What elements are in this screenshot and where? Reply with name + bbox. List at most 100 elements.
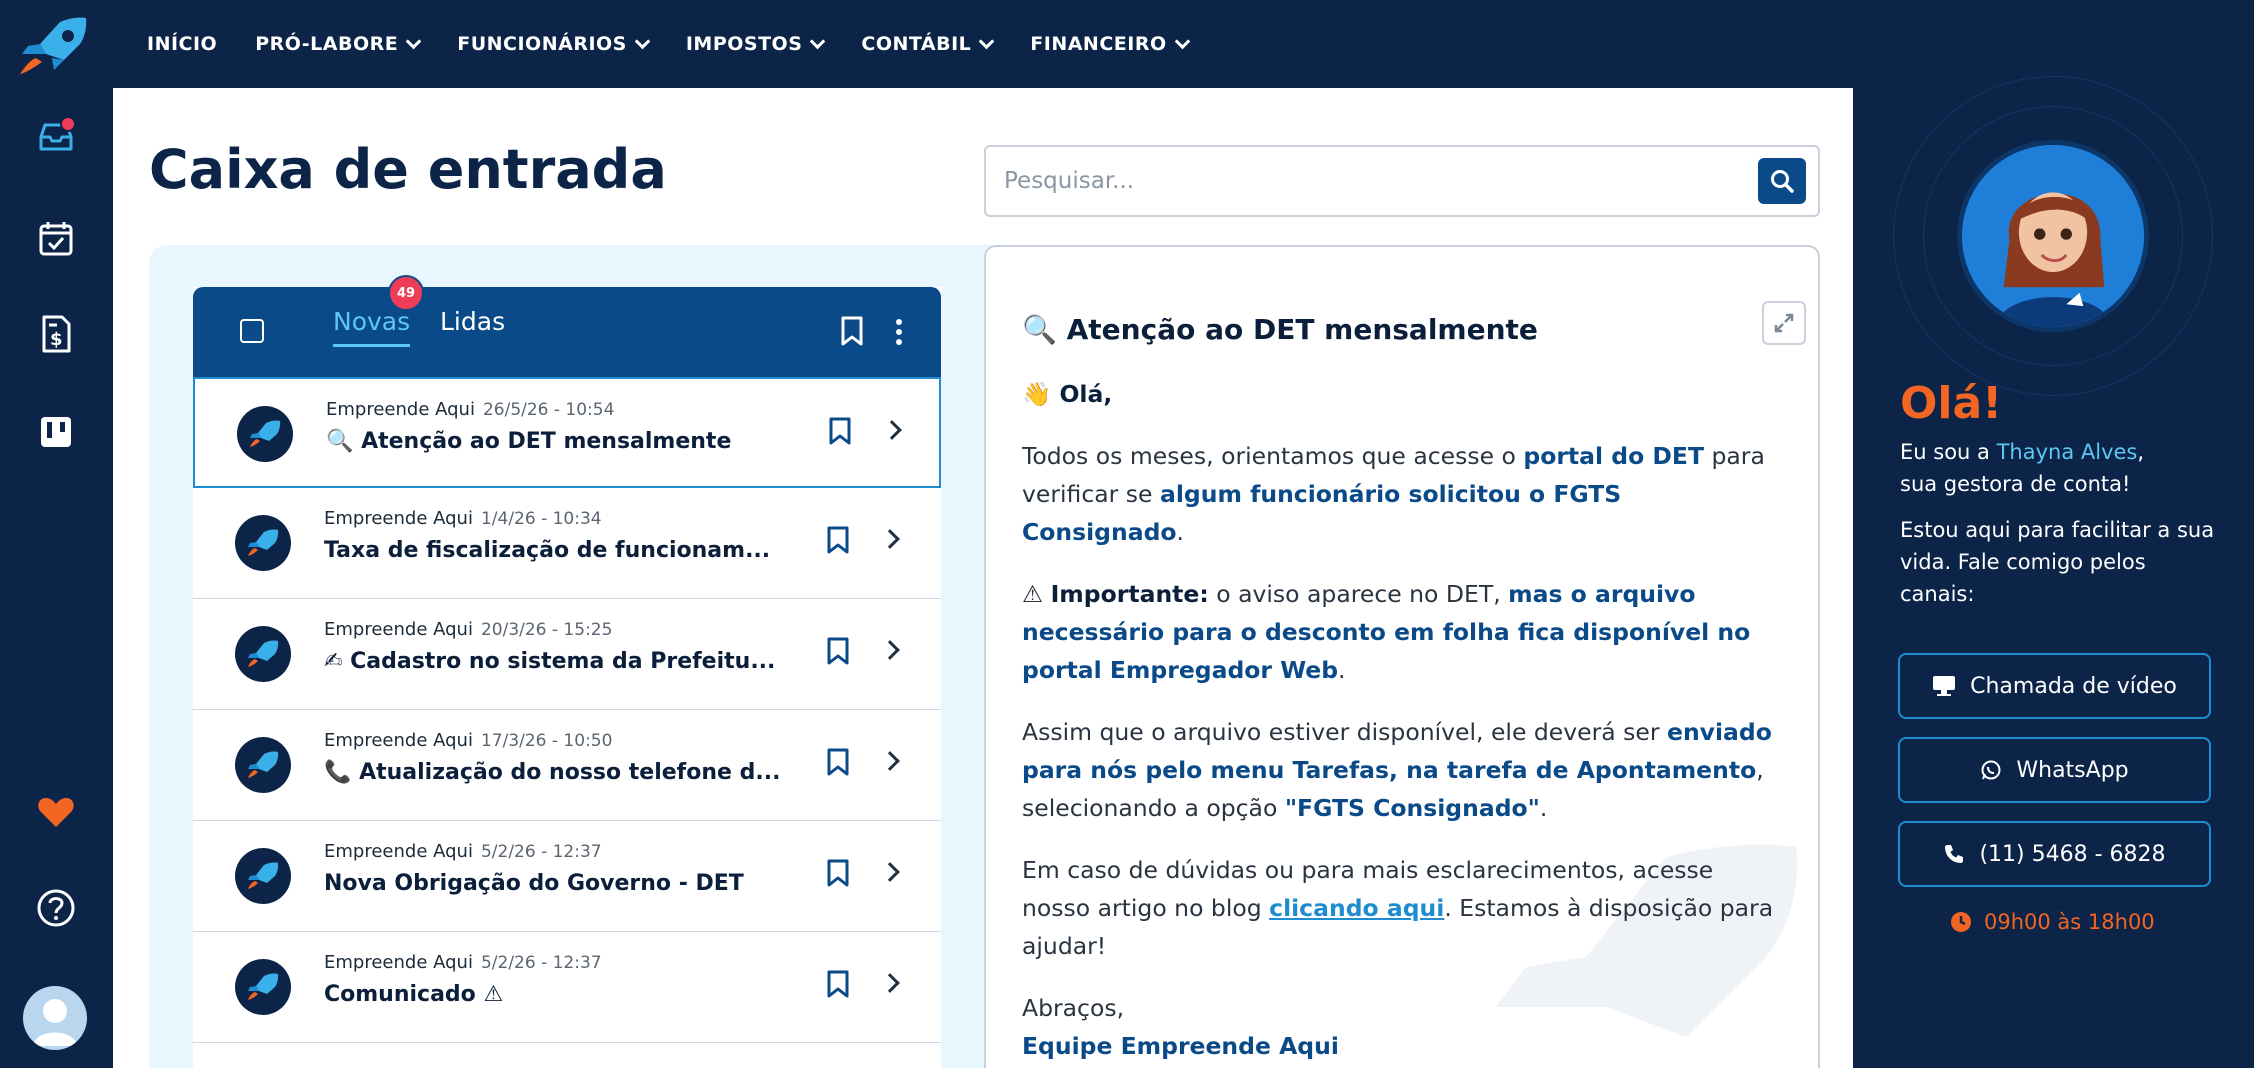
chevron-right-icon[interactable] <box>882 420 902 440</box>
nav-impostos[interactable]: IMPOSTOS <box>686 33 826 55</box>
nav-contabil[interactable]: CONTÁBIL <box>861 33 995 55</box>
whatsapp-button[interactable]: WhatsApp <box>1898 737 2211 803</box>
det-portal-link[interactable]: portal do DET <box>1523 442 1704 470</box>
sender-name: Empreende Aqui <box>324 619 473 640</box>
sidebar-invoice-button[interactable]: $ <box>28 306 84 362</box>
search-icon <box>1771 170 1794 193</box>
inbox-header: Novas 49 Lidas <box>193 275 941 377</box>
phone-button[interactable]: (11) 5468 - 6828 <box>1898 821 2211 887</box>
sidebar-calendar-button[interactable] <box>28 210 84 266</box>
select-all-checkbox[interactable] <box>240 319 264 343</box>
video-call-button[interactable]: Chamada de vídeo <box>1898 653 2211 719</box>
user-avatar[interactable] <box>23 986 87 1050</box>
message-row[interactable]: Empreende Aqui 17/3/26 - 10:50 📞 Atualizaç… <box>193 710 941 821</box>
message-sender: Empreende Aqui 26/5/26 - 10:54 <box>326 399 614 420</box>
account-manager-panel: Olá! Eu sou a Thayna Alves, sua gestora … <box>1853 0 2254 1068</box>
kanban-icon <box>41 417 71 447</box>
sender-avatar-rocket-icon <box>235 626 291 682</box>
bookmark-icon[interactable] <box>828 416 852 446</box>
blog-link[interactable]: clicando aqui <box>1269 894 1444 922</box>
nav-pro-labore[interactable]: PRÓ-LABORE <box>255 33 422 55</box>
message-subject: Comunicado ⚠ <box>324 982 503 1007</box>
bookmark-icon[interactable] <box>826 858 850 888</box>
sender-name: Empreende Aqui <box>326 399 475 420</box>
message-title: 🔍 Atenção ao DET mensalmente <box>1022 313 1538 346</box>
text: Todos os meses, orientamos que acesse o <box>1022 442 1524 470</box>
bookmark-icon[interactable] <box>826 636 850 666</box>
message-row[interactable]: Empreende Aqui 26/5/26 - 10:54 🔍 Atenção a… <box>193 377 941 488</box>
message-subject: 📞 Atualização do nosso telefone d... <box>324 760 780 785</box>
sidebar-kanban-button[interactable] <box>28 404 84 460</box>
chevron-right-icon[interactable] <box>880 529 900 549</box>
rocket-logo-icon[interactable] <box>16 14 90 76</box>
nav-funcionarios[interactable]: FUNCIONÁRIOS <box>457 33 651 55</box>
sidebar-help-button[interactable] <box>28 880 84 936</box>
phone-icon <box>1945 845 1964 863</box>
hours-text: 09h00 às 18h00 <box>1984 910 2155 934</box>
message-row[interactable]: Empreende Aqui 5/2/26 - 12:37 Nova Obriga… <box>193 821 941 932</box>
closing: Abraços, <box>1022 994 1125 1022</box>
help-icon <box>37 889 75 927</box>
manager-name: Thayna Alves <box>1996 440 2138 464</box>
chevron-down-icon <box>634 33 651 49</box>
message-row[interactable]: Empreende Aqui 20/3/26 - 15:25 ✍ Cadastro … <box>193 599 941 710</box>
paragraph-1: Todos os meses, orientamos que acesse o … <box>1022 437 1782 551</box>
tab-lidas[interactable]: Lidas <box>440 307 505 336</box>
chevron-right-icon[interactable] <box>880 862 900 882</box>
message-subject: Nova Obrigação do Governo - DET <box>324 871 744 896</box>
text: . <box>1338 656 1346 684</box>
app-root: $ INÍCIO PRÓ-LABORE FUNCIONÁRIOS IMPOSTO… <box>0 0 2254 1068</box>
top-navigation: INÍCIO PRÓ-LABORE FUNCIONÁRIOS IMPOSTOS … <box>113 0 1853 88</box>
more-options-icon[interactable] <box>893 317 905 347</box>
sidebar-favorites-button[interactable] <box>28 784 84 840</box>
text: Eu sou a <box>1900 440 1997 464</box>
sender-avatar-rocket-icon <box>235 848 291 904</box>
tab-novas[interactable]: Novas <box>333 307 411 347</box>
nav-financeiro[interactable]: FINANCEIRO <box>1030 33 1190 55</box>
manager-intro: Eu sou a Thayna Alves, sua gestora de co… <box>1900 436 2220 500</box>
bookmark-icon[interactable] <box>826 969 850 999</box>
bookmark-icon[interactable] <box>826 525 850 555</box>
greeting: 👋 Olá, <box>1022 375 1782 413</box>
message-row[interactable]: Empreende Aqui 5/2/26 - 12:37 Comunicado … <box>193 932 941 1043</box>
search-button[interactable] <box>1758 158 1806 204</box>
search-input[interactable] <box>1004 161 1764 201</box>
message-date: 5/2/26 - 12:37 <box>480 953 602 973</box>
chevron-right-icon[interactable] <box>880 640 900 660</box>
expand-icon <box>1774 313 1794 333</box>
sender-avatar-rocket-icon <box>237 406 293 462</box>
chevron-right-icon[interactable] <box>880 973 900 993</box>
bookmark-filter-icon[interactable] <box>839 315 865 347</box>
bookmark-icon[interactable] <box>826 747 850 777</box>
sender-name: Empreende Aqui <box>324 952 473 973</box>
button-label: (11) 5468 - 6828 <box>1979 841 2166 867</box>
sender-name: Empreende Aqui <box>324 508 473 529</box>
invoice-icon: $ <box>42 315 71 353</box>
chevron-down-icon <box>405 33 422 49</box>
svg-text:$: $ <box>50 329 63 350</box>
message-date: 20/3/26 - 15:25 <box>480 620 613 640</box>
subject-emoji: 📞 <box>324 760 352 785</box>
nav-inicio[interactable]: INÍCIO <box>147 33 217 55</box>
nav-label: INÍCIO <box>147 33 218 55</box>
expand-button[interactable] <box>1762 301 1806 345</box>
subject-emoji: 🔍 <box>326 429 354 454</box>
nav-label: FINANCEIRO <box>1030 33 1167 55</box>
message-sender: Empreende Aqui 17/3/26 - 10:50 <box>324 730 612 751</box>
page-title: Caixa de entrada <box>149 138 667 201</box>
chevron-down-icon <box>1174 33 1190 49</box>
paragraph-2: ⚠ Importante: o aviso aparece no DET, ma… <box>1022 575 1782 689</box>
message-subject: ✍ Cadastro no sistema da Prefeitu... <box>324 649 775 674</box>
nav-label: PRÓ-LABORE <box>255 33 399 55</box>
subject-text: Atenção ao DET mensalmente <box>361 429 732 454</box>
text: . <box>1176 518 1185 546</box>
paragraph-4: Em caso de dúvidas ou para mais esclarec… <box>1022 851 1782 965</box>
chevron-right-icon[interactable] <box>880 751 900 771</box>
clock-icon <box>1951 912 1971 932</box>
sender-name: Empreende Aqui <box>324 841 473 862</box>
message-row[interactable]: Empreende Aqui 1/4/26 - 10:34 Taxa de fis… <box>193 488 941 599</box>
message-date: 26/5/26 - 10:54 <box>482 400 615 420</box>
sidebar-inbox-button[interactable] <box>28 108 84 164</box>
subject-text: Nova Obrigação do Governo - DET <box>324 871 744 896</box>
subject-text: Comunicado ⚠ <box>324 982 504 1007</box>
